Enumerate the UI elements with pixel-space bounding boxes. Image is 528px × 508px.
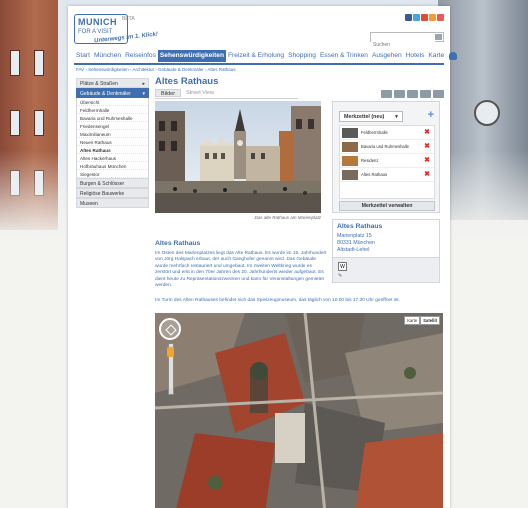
nav-shopping[interactable]: Shopping [286,50,318,62]
sidebar-section-plaetze[interactable]: Plätze & Straßen ▸ [76,78,149,88]
photo-caption: Das alte Rathaus am Marienplatz [254,215,321,220]
nav-sehenswuerdigkeiten[interactable]: Sehenswürdigkeiten [157,50,226,62]
merkzettel-panel: Merkzettel (neu) ▼ + Feldherrnhalle ✖ Ba… [332,101,440,213]
thumbnail [342,156,358,166]
list-item[interactable]: Altes Rathaus ✖ [340,168,434,182]
sidebar-item[interactable]: Übersicht [77,98,148,106]
facebook-icon[interactable] [405,14,412,21]
description-text: Im Osten des Marienplatzes liegt das Alt… [155,251,327,289]
street-view-pegman-icon[interactable] [167,347,174,357]
sidebar-section-religioese[interactable]: Religiöse Bauwerke [76,188,149,198]
satellite-map[interactable]: Karte Satellit [155,313,443,508]
nav-start[interactable]: Start [74,50,92,62]
tab-street-view[interactable]: Street View [181,89,219,97]
list-item[interactable]: Bavaria und Ruhmeshalle ✖ [340,140,434,154]
merkzettel-select[interactable]: Merkzettel (neu) ▼ [339,111,403,122]
merkzettel-manage-button[interactable]: Merkzettel verwalten [339,201,435,211]
nav-reiseinfos[interactable]: Reiseinfos [123,50,158,62]
sidebar-item[interactable]: Bavaria und Ruhmeshalle [77,114,148,122]
add-icon[interactable]: + [428,110,434,121]
map-type-karte[interactable]: Karte [404,316,421,325]
edit-icon[interactable]: ✎ [338,273,347,279]
nav-hotels[interactable]: Hotels [404,50,427,62]
sidebar-section-burgen[interactable]: Burgen & Schlösser [76,178,149,188]
extra-icon[interactable] [437,14,444,21]
chevron-right-icon: ▸ [142,81,145,87]
list-item[interactable]: Residenz ✖ [340,154,434,168]
audio-icon[interactable] [407,90,418,98]
address-box: Altes Rathaus Marienplatz 15 80331 Münch… [332,219,440,283]
sidebar-item[interactable]: Feldherrnhalle [77,106,148,114]
address-name: Altes Rathaus [337,223,383,230]
delete-icon[interactable]: ✖ [424,142,430,150]
nav-ausgehen[interactable]: Ausgehen [370,50,404,62]
breadcrumb[interactable]: FAV › Sehenswürdigkeiten › Architektur ›… [76,67,236,72]
sidebar-item[interactable]: Neues Rathaus [77,138,148,146]
sidebar-item[interactable]: Altes Hackerhaus [77,154,148,162]
google-plus-icon[interactable] [421,14,428,21]
address-district: Altstadt-Lehel [337,247,370,253]
sidebar-item[interactable]: Maximilianeum [77,130,148,138]
search-icon[interactable] [435,34,442,40]
favorite-icon[interactable] [394,90,405,98]
page-title: Altes Rathaus [155,76,219,87]
address-street: Marienplatz 15 [337,233,372,239]
logo-line2: FOR A VISIT [78,29,113,35]
twitter-icon[interactable] [413,14,420,21]
map-type-switch: Karte Satellit [404,316,440,325]
thumbnail [342,170,358,180]
thumbnail [342,128,358,138]
sidebar-item[interactable]: Hofbräuhaus München [77,162,148,170]
sidebar-section-museen[interactable]: Museen [76,198,149,208]
page-container: MUNICH FOR A VISIT BETA Unterwegs im 1. … [68,6,458,508]
mail-icon[interactable] [420,90,431,98]
nav-karte[interactable]: Karte [426,50,446,62]
thumbnail [342,142,358,152]
logo-line1: MUNICH [78,17,117,27]
sidebar-list: Übersicht Feldherrnhalle Bavaria und Ruh… [76,98,149,178]
sidebar-item-current[interactable]: Altes Rathaus [77,146,148,154]
rss-icon[interactable] [429,14,436,21]
list-item[interactable]: Feldherrnhalle ✖ [340,126,434,140]
sidebar: Plätze & Straßen ▸ Gebäude & Denkmäler ▾… [76,78,149,208]
social-links [405,14,444,21]
share-icon[interactable] [381,90,392,98]
tab-bilder[interactable]: Bilder [155,89,182,97]
delete-icon[interactable]: ✖ [424,156,430,164]
section-title: Altes Rathaus [155,240,201,247]
nav-divider [74,63,444,65]
wikipedia-icon[interactable]: W [338,262,347,271]
chevron-down-icon: ▾ [142,91,145,97]
map-type-satellit[interactable]: Satellit [420,316,440,325]
chevron-down-icon: ▼ [394,114,399,120]
delete-icon[interactable]: ✖ [424,128,430,136]
sidebar-item[interactable]: Friedensengel [77,122,148,130]
main-nav: Start München Reiseinfos Sehenswürdigkei… [74,50,458,62]
merkzettel-list: Feldherrnhalle ✖ Bavaria und Ruhmeshalle… [339,125,435,199]
sidebar-section-gebaeude[interactable]: Gebäude & Denkmäler ▾ [76,88,149,98]
nav-essen-trinken[interactable]: Essen & Trinken [318,50,370,62]
media-tabs: Bilder Street View [155,89,219,97]
main-photo[interactable] [155,101,321,213]
toolbar [381,90,444,98]
nav-freizeit[interactable]: Freizeit & Erholung [226,50,286,62]
user-icon[interactable] [449,52,458,60]
print-icon[interactable] [433,90,444,98]
logo-badge: BETA [122,16,135,22]
address-city: 80331 München [337,240,375,246]
search-box [370,32,444,49]
opening-hours-text: Im Turm des Alten Rathauses befindet sic… [155,298,400,303]
site-logo[interactable]: MUNICH FOR A VISIT BETA Unterwegs im 1. … [74,14,158,48]
nav-muenchen[interactable]: München [92,50,123,62]
delete-icon[interactable]: ✖ [424,170,430,178]
search-input[interactable] [371,41,435,49]
sidebar-item[interactable]: Siegestor [77,170,148,178]
map-pan-control[interactable] [159,318,181,340]
